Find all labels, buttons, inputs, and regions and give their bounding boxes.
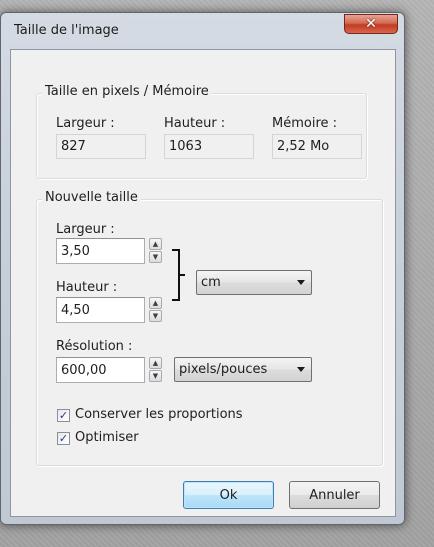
spin-down-icon[interactable]: ▼ bbox=[149, 251, 162, 263]
new-width-input[interactable]: 3,50 bbox=[56, 238, 145, 264]
spin-up-icon[interactable]: ▲ bbox=[149, 357, 162, 369]
new-height-spinner[interactable]: ▲ ▼ bbox=[149, 297, 163, 323]
spin-down-icon[interactable]: ▼ bbox=[149, 370, 162, 382]
resolution-spinner[interactable]: ▲ ▼ bbox=[149, 357, 163, 383]
chevron-down-icon bbox=[297, 280, 305, 285]
pixel-width-label: Largeur : bbox=[56, 116, 115, 131]
image-size-dialog: Taille de l'image ✕ Taille en pixels / M… bbox=[0, 12, 405, 525]
proportion-link-bracket bbox=[172, 249, 180, 301]
resolution-input[interactable]: 600,00 bbox=[56, 357, 145, 383]
proportion-link-bracket-tip bbox=[180, 274, 185, 276]
new-height-label: Hauteur : bbox=[56, 280, 118, 295]
dialog-title: Taille de l'image bbox=[14, 23, 119, 38]
pixel-size-group-title: Taille en pixels / Mémoire bbox=[42, 84, 212, 99]
pixel-width-value: 827 bbox=[56, 134, 146, 159]
resolution-label: Résolution : bbox=[56, 339, 133, 354]
unit-select[interactable]: cm bbox=[196, 270, 312, 295]
dialog-client-area: Taille en pixels / Mémoire Largeur : 827… bbox=[10, 49, 396, 517]
resolution-unit-select[interactable]: pixels/pouces bbox=[174, 357, 312, 382]
spin-up-icon[interactable]: ▲ bbox=[149, 238, 162, 250]
pixel-height-label: Hauteur : bbox=[164, 116, 226, 131]
new-width-spinner[interactable]: ▲ ▼ bbox=[149, 238, 163, 264]
keep-proportions-checkbox[interactable]: ✓ bbox=[57, 409, 70, 422]
memory-label: Mémoire : bbox=[272, 116, 338, 131]
keep-proportions-label[interactable]: Conserver les proportions bbox=[75, 407, 243, 422]
unit-select-value: cm bbox=[201, 275, 221, 290]
cancel-button[interactable]: Annuler bbox=[289, 481, 380, 509]
chevron-down-icon bbox=[297, 367, 305, 372]
spin-down-icon[interactable]: ▼ bbox=[149, 310, 162, 322]
ok-button[interactable]: Ok bbox=[183, 481, 274, 509]
pixel-height-value: 1063 bbox=[164, 134, 254, 159]
checkmark-icon: ✓ bbox=[58, 432, 69, 445]
close-icon: ✕ bbox=[365, 16, 377, 32]
new-width-label: Largeur : bbox=[56, 222, 115, 237]
new-size-group-title: Nouvelle taille bbox=[42, 190, 141, 205]
spin-up-icon[interactable]: ▲ bbox=[149, 297, 162, 309]
close-button[interactable]: ✕ bbox=[344, 14, 398, 34]
resolution-unit-select-value: pixels/pouces bbox=[179, 362, 268, 377]
checkmark-icon: ✓ bbox=[58, 409, 69, 422]
memory-value: 2,52 Mo bbox=[272, 134, 362, 159]
optimize-checkbox[interactable]: ✓ bbox=[57, 432, 70, 445]
new-height-input[interactable]: 4,50 bbox=[56, 297, 145, 323]
optimize-label[interactable]: Optimiser bbox=[75, 430, 139, 445]
